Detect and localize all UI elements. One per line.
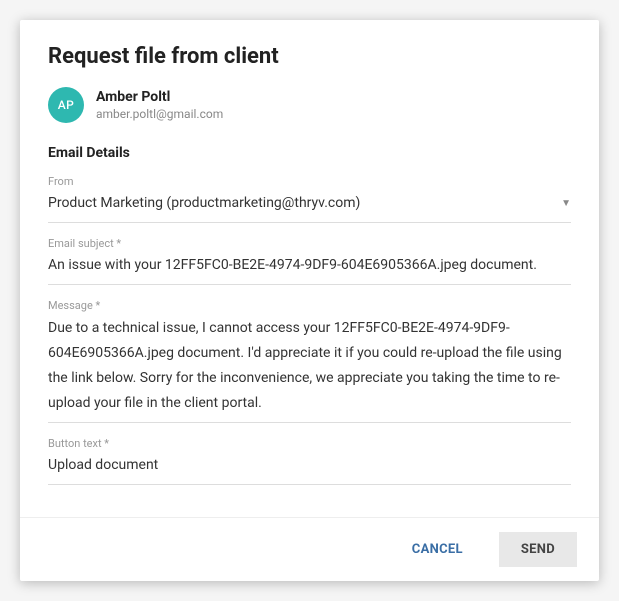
button-text-input[interactable]: [48, 454, 571, 478]
button-text-field: Button text *: [48, 437, 571, 485]
from-label: From: [48, 175, 571, 188]
section-header: Email Details: [48, 145, 571, 161]
from-field: From Product Marketing (productmarketing…: [48, 175, 571, 223]
send-button[interactable]: SEND: [499, 532, 577, 567]
message-input-wrap: Due to a technical issue, I cannot acces…: [48, 316, 571, 424]
subject-input[interactable]: [48, 254, 571, 278]
from-select[interactable]: Product Marketing (productmarketing@thry…: [48, 192, 571, 223]
button-text-label: Button text *: [48, 437, 571, 450]
subject-input-wrap: [48, 254, 571, 285]
cancel-button[interactable]: CANCEL: [390, 532, 485, 567]
message-field: Message * Due to a technical issue, I ca…: [48, 299, 571, 424]
message-input[interactable]: Due to a technical issue, I cannot acces…: [48, 316, 571, 417]
from-value: Product Marketing (productmarketing@thry…: [48, 192, 561, 216]
chevron-down-icon: ▼: [561, 198, 571, 209]
button-text-input-wrap: [48, 454, 571, 485]
client-email: amber.poltl@gmail.com: [96, 107, 223, 121]
client-name: Amber Poltl: [96, 89, 223, 105]
subject-label: Email subject *: [48, 237, 571, 250]
subject-field: Email subject *: [48, 237, 571, 285]
client-info: Amber Poltl amber.poltl@gmail.com: [96, 89, 223, 121]
modal-footer: CANCEL SEND: [20, 517, 599, 581]
request-file-modal: Request file from client AP Amber Poltl …: [20, 20, 599, 581]
client-avatar: AP: [48, 87, 84, 123]
message-label: Message *: [48, 299, 571, 312]
modal-content: Request file from client AP Amber Poltl …: [20, 20, 599, 517]
client-row: AP Amber Poltl amber.poltl@gmail.com: [48, 87, 571, 123]
modal-title: Request file from client: [48, 44, 571, 69]
